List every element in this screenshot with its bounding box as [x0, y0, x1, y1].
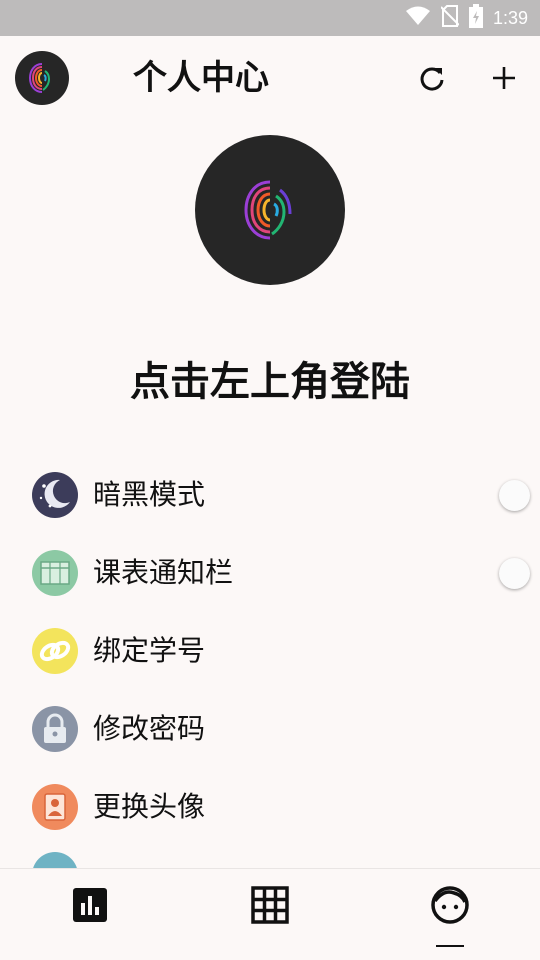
- login-avatar-button[interactable]: [15, 51, 69, 105]
- menu-item-label: 暗黑模式: [93, 478, 206, 511]
- menu-item-change-password[interactable]: 修改密码: [0, 690, 540, 768]
- timetable-notification-toggle[interactable]: [499, 557, 530, 589]
- nav-profile[interactable]: [430, 885, 470, 925]
- nav-stats[interactable]: [70, 885, 110, 925]
- menu-item-label: 课表通知栏: [93, 556, 234, 589]
- menu-item-bind-student-id[interactable]: 绑定学号: [0, 612, 540, 690]
- link-icon: [32, 628, 78, 674]
- status-bar: 1:39: [0, 0, 540, 36]
- page-title: 个人中心: [133, 58, 269, 98]
- login-prompt[interactable]: 点击左上角登陆: [0, 353, 540, 411]
- settings-menu: 暗黑模式 课表通知栏 绑定学号 修改密码 更换头像: [0, 456, 540, 898]
- portrait-icon: [32, 784, 78, 830]
- nav-selected-indicator: [436, 945, 464, 947]
- grid-icon: [251, 886, 289, 924]
- menu-item-label: 修改密码: [93, 712, 206, 745]
- bottom-navigation: [0, 868, 540, 960]
- moon-night-icon: [32, 472, 78, 518]
- menu-item-partial[interactable]: [0, 846, 540, 898]
- app-bar: 个人中心: [0, 36, 540, 120]
- refresh-icon: [420, 67, 444, 91]
- face-icon: [431, 886, 469, 924]
- lock-icon: [32, 706, 78, 752]
- profile-avatar[interactable]: [195, 135, 345, 285]
- chart-icon: [73, 888, 107, 922]
- menu-item-change-avatar[interactable]: 更换头像: [0, 768, 540, 846]
- add-icon: [493, 67, 515, 89]
- fingerprint-icon: [28, 63, 51, 93]
- nav-timetable[interactable]: [250, 885, 290, 925]
- dark-mode-toggle[interactable]: [499, 479, 530, 511]
- wifi-icon: [405, 6, 431, 30]
- menu-item-dark-mode[interactable]: 暗黑模式: [0, 456, 540, 534]
- menu-item-label: 更换头像: [93, 790, 206, 823]
- refresh-button[interactable]: [414, 60, 450, 96]
- no-sim-icon: [440, 5, 460, 31]
- menu-item-timetable-notification[interactable]: 课表通知栏: [0, 534, 540, 612]
- add-button[interactable]: [486, 60, 522, 96]
- timetable-icon: [32, 550, 78, 596]
- battery-charging-icon: [468, 4, 483, 32]
- menu-item-label: 绑定学号: [93, 634, 206, 667]
- status-time: 1:39: [492, 7, 528, 28]
- status-icons: 1:39: [405, 0, 528, 36]
- fingerprint-icon: [244, 180, 292, 240]
